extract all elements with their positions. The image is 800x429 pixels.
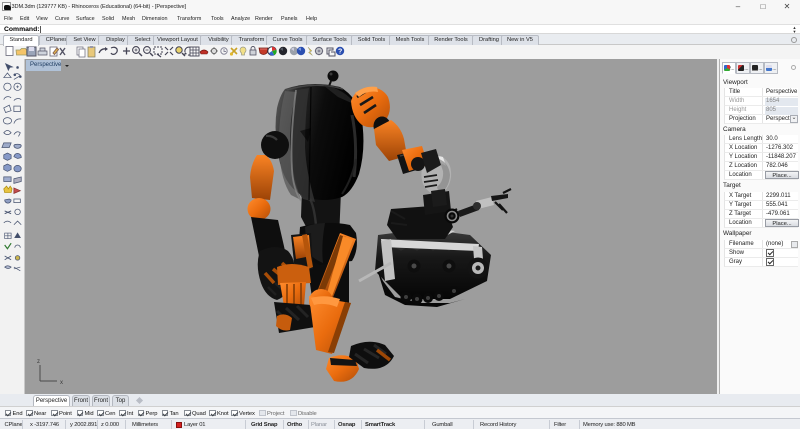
svg-text:?: ? bbox=[338, 49, 342, 56]
svg-text:x: x bbox=[60, 380, 63, 386]
svg-text:z: z bbox=[37, 359, 40, 365]
